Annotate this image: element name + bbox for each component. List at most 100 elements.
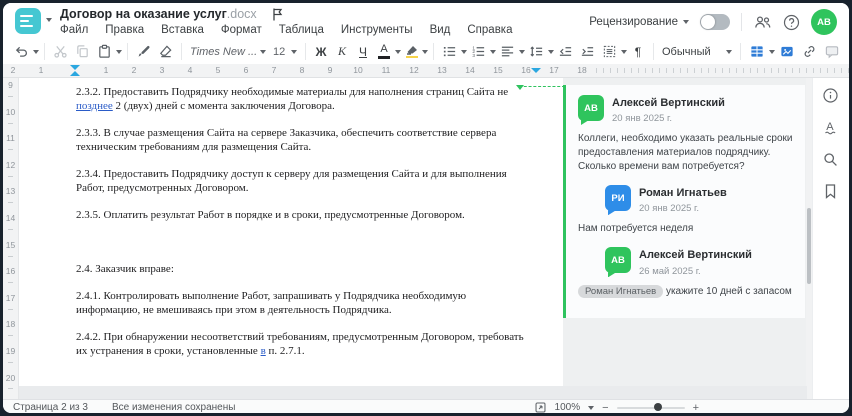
undo-button[interactable] — [11, 42, 32, 61]
comment-author: Роман Игнатьев — [639, 187, 727, 200]
collaborators-icon[interactable] — [753, 14, 772, 30]
numbered-list-caret-icon[interactable] — [490, 49, 496, 54]
paragraph[interactable]: 2.3.3. В случае размещения Сайта на серв… — [76, 126, 559, 154]
indent-marker-right[interactable] — [531, 68, 541, 73]
vertical-scrollbar[interactable] — [806, 78, 812, 399]
line-spacing-button[interactable] — [526, 42, 547, 61]
menu-item[interactable]: Таблица — [279, 24, 324, 36]
review-mode-select[interactable]: Рецензирование — [589, 16, 689, 28]
menu-item[interactable]: Вставка — [161, 24, 204, 36]
bookmark-icon[interactable] — [823, 183, 838, 199]
font-color-button[interactable]: А — [374, 42, 394, 61]
menu-item[interactable]: Инструменты — [341, 24, 413, 36]
copy-button[interactable] — [72, 42, 93, 61]
bullet-list-caret-icon[interactable] — [461, 49, 467, 54]
insert-table-caret-icon[interactable] — [769, 49, 775, 54]
menu-item[interactable]: Справка — [467, 24, 512, 36]
insert-image-button[interactable] — [776, 42, 798, 61]
zoom-out-button[interactable]: − — [602, 402, 608, 414]
comment-text: Роман Игнатьев укажите 10 дней с запасом — [578, 284, 793, 299]
paragraph[interactable]: 2.3.5. Оплатить результат Работ в порядк… — [76, 208, 559, 222]
divider — [741, 13, 742, 31]
paragraph-style-select[interactable]: Обычный — [659, 44, 735, 60]
indent-button[interactable] — [577, 42, 598, 61]
paragraph[interactable]: 2.4.2. При обнаружении несоответствий тр… — [76, 330, 559, 358]
scrollbar-thumb[interactable] — [807, 208, 811, 284]
insert-table-button[interactable] — [746, 42, 768, 61]
vertical-ruler[interactable]: 9 10 11 12 13 14 15 16 17 18 19 20 — [3, 78, 19, 399]
page-indicator[interactable]: Страница 2 из 3 — [13, 402, 88, 413]
font-color-caret-icon[interactable] — [395, 49, 401, 54]
comment[interactable]: АВ Алексей Вертинский 20 янв 2025 г. Кол… — [578, 95, 793, 174]
zoom-slider[interactable] — [616, 403, 685, 411]
highlight-button[interactable] — [402, 43, 421, 61]
zoom-slider-handle[interactable] — [653, 403, 662, 411]
flag-icon[interactable] — [271, 7, 284, 21]
chevron-down-icon — [260, 49, 266, 54]
italic-button[interactable]: К — [332, 42, 352, 61]
spellcheck-icon[interactable]: А — [822, 119, 839, 136]
app-menu-caret-icon[interactable] — [46, 18, 52, 22]
paragraph[interactable] — [76, 235, 559, 249]
pilcrow-button[interactable]: ¶ — [628, 43, 648, 61]
paragraph[interactable]: 2.4.1. Контролировать выполнение Работ, … — [76, 289, 559, 317]
ruler-number: 9 — [3, 80, 18, 107]
mention-pill[interactable]: Роман Игнатьев — [578, 284, 664, 298]
svg-text:3: 3 — [472, 53, 475, 58]
paragraph-frame-button[interactable] — [599, 42, 620, 61]
document-title[interactable]: Договор на оказание услуг — [60, 7, 227, 21]
numbered-list-button[interactable]: 123 — [468, 42, 489, 61]
menu-item[interactable]: Файл — [60, 24, 88, 36]
insert-comment-button[interactable] — [821, 42, 843, 61]
ruler-number: 14 — [456, 65, 484, 75]
highlight-caret-icon[interactable] — [422, 49, 428, 54]
clear-formatting-button[interactable] — [155, 42, 176, 61]
zoom-in-button[interactable]: + — [693, 402, 699, 414]
menu-item[interactable]: Правка — [105, 24, 144, 36]
indent-marker-left[interactable] — [70, 71, 80, 76]
bold-button[interactable]: Ж — [311, 43, 331, 61]
paste-caret-icon[interactable] — [116, 49, 122, 54]
outdent-button[interactable] — [555, 42, 576, 61]
user-avatar[interactable]: АВ — [811, 9, 837, 35]
paragraph[interactable]: 2.3.2. Предоставить Подрядчику необходим… — [76, 85, 559, 113]
paste-button[interactable] — [94, 42, 115, 61]
comment-text: Нам потребуется неделя — [578, 223, 694, 235]
cut-button[interactable] — [50, 42, 71, 61]
comment-thread[interactable]: АВ Алексей Вертинский 20 янв 2025 г. Кол… — [563, 85, 805, 318]
font-size-select[interactable]: 12 — [270, 44, 300, 60]
font-family-select[interactable]: Times New ... — [187, 44, 269, 60]
underline-button[interactable]: Ч — [353, 43, 373, 61]
search-icon[interactable] — [822, 151, 839, 168]
comment[interactable]: РИ Роман Игнатьев 20 янв 2025 г. Нам пот… — [578, 185, 793, 236]
format-painter-button[interactable] — [133, 42, 154, 61]
indent-marker-first-line[interactable] — [70, 65, 80, 70]
info-icon[interactable] — [822, 87, 839, 104]
bullet-list-button[interactable] — [439, 42, 460, 61]
zoom-caret-icon[interactable] — [588, 405, 595, 410]
paragraph[interactable]: 2.3.4. Предоставить Подрядчику доступ к … — [76, 167, 559, 195]
paragraph-frame-caret-icon[interactable] — [621, 49, 627, 54]
fit-page-icon[interactable] — [534, 401, 547, 413]
line-spacing-caret-icon[interactable] — [548, 49, 554, 54]
paragraph[interactable]: 2.4. Заказчик вправе: — [76, 262, 559, 276]
comment-avatar: АВ — [605, 247, 631, 274]
align-button[interactable] — [497, 42, 518, 61]
menu-item[interactable]: Формат — [221, 24, 262, 36]
menu-item[interactable]: Вид — [430, 24, 451, 36]
document-text[interactable]: 2.3.2. Предоставить Подрядчику необходим… — [76, 85, 559, 371]
review-toggle[interactable] — [700, 14, 730, 30]
horizontal-ruler[interactable]: 21 1 2 3 4 5 6 7 8 9 10 11 12 13 14 15 16 17 18 — [3, 64, 849, 78]
zoom-level[interactable]: 100% — [555, 402, 581, 413]
help-icon[interactable] — [783, 14, 800, 31]
comment[interactable]: АВ Алексей Вертинский 26 май 2025 г. Ром… — [578, 247, 793, 298]
app-logo-icon[interactable] — [15, 8, 41, 34]
ruler-numbers: 1 2 3 4 5 6 7 8 9 10 11 12 13 14 15 16 17 18 — [92, 65, 596, 75]
undo-caret-icon[interactable] — [33, 49, 39, 54]
document-page[interactable]: 2.3.2. Предоставить Подрядчику необходим… — [19, 78, 565, 399]
more-tools-button[interactable]: ⋯ — [844, 43, 849, 61]
text-run: позднее — [76, 100, 113, 112]
insert-link-button[interactable] — [799, 42, 820, 61]
align-caret-icon[interactable] — [519, 49, 525, 54]
ruler-numbers-left: 21 — [3, 65, 55, 75]
